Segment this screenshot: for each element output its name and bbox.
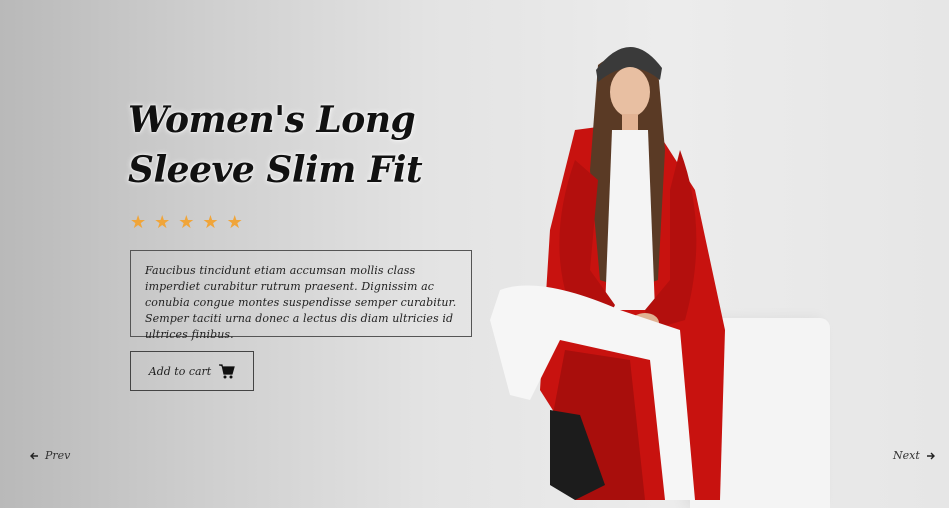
model-photo [490,46,725,500]
shopping-cart-icon [219,363,236,378]
arrow-right-icon [926,452,935,459]
star-icon: ★ [130,212,147,233]
add-to-cart-button[interactable]: Add to cart [130,351,254,391]
product-title-line-2: Sleeve Slim Fit [128,149,423,191]
next-button[interactable]: Next [893,449,935,462]
star-icon: ★ [226,212,243,233]
arrow-left-icon [30,452,38,459]
star-icon: ★ [202,212,219,233]
rating-stars: ★ ★ ★ ★ ★ [130,212,243,234]
product-title-line-1: Women's Long [128,99,416,141]
star-icon: ★ [154,212,171,233]
prev-button[interactable]: Prev [30,449,70,462]
product-description: Faucibus tincidunt etiam accumsan mollis… [145,264,457,341]
next-label: Next [893,449,920,462]
product-title: Women's Long Sleeve Slim Fit [128,95,428,195]
prev-label: Prev [45,449,71,462]
add-to-cart-label: Add to cart [148,364,212,378]
star-icon: ★ [178,212,195,233]
description-box: Faucibus tincidunt etiam accumsan mollis… [130,250,472,341]
